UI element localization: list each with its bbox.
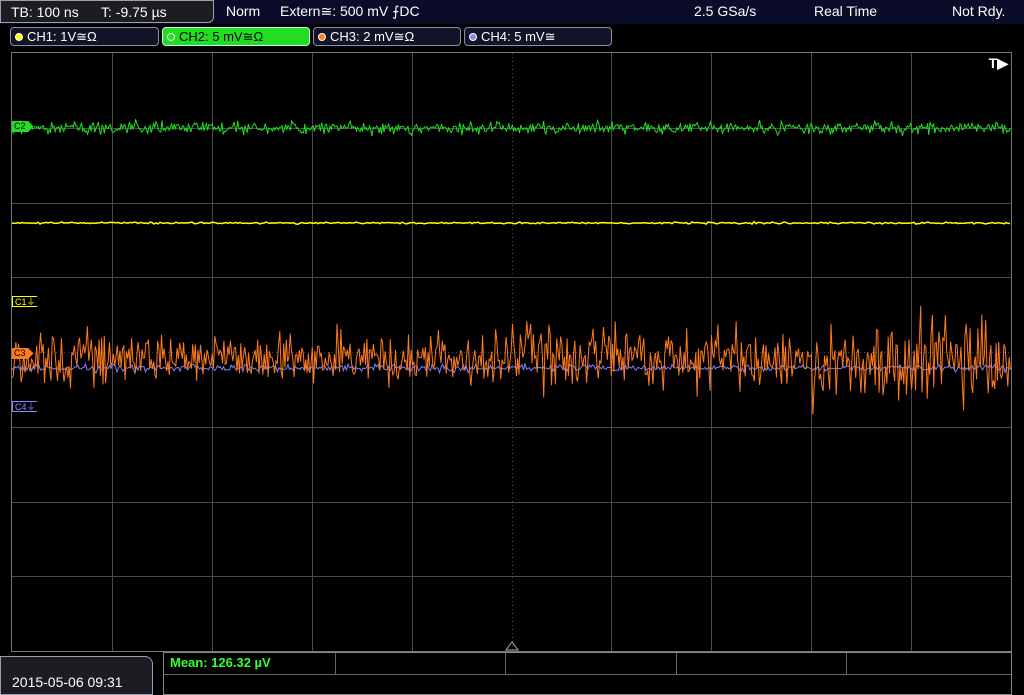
measurement-divider [164, 674, 1011, 675]
channel-1-tab[interactable]: CH1: 1V≅Ω [10, 27, 159, 46]
channel-4-label: CH4: 5 mV≅ [481, 29, 556, 44]
waveform-canvas [12, 53, 1011, 651]
mean-measurement: Mean: 126.32 µV [170, 655, 271, 670]
waveform-display[interactable] [11, 52, 1012, 652]
measurement-cell[interactable] [677, 653, 847, 674]
status-bar: TB: 100 ns T: -9.75 µs Norm Extern≅: 500… [0, 0, 1024, 24]
channel-1-trace [12, 220, 1010, 226]
channel-1-color-dot-icon [15, 32, 23, 41]
trigger-source[interactable]: Extern≅: 500 mV ⨍DC [280, 3, 420, 20]
timebase-box[interactable]: TB: 100 ns T: -9.75 µs [0, 0, 214, 23]
channel-1-label: CH1: 1V≅Ω [27, 29, 97, 44]
acquisition-status: Not Rdy. [952, 3, 1006, 19]
channel-3-label: CH3: 2 mV≅Ω [330, 29, 415, 44]
channel-2-trace [12, 118, 1011, 137]
channel-2-color-dot-icon [167, 32, 175, 41]
trigger-indicator: T▶ [988, 55, 1008, 71]
trigger-time-label: T: -9.75 µs [101, 4, 167, 20]
measurement-panel[interactable]: Mean: 126.32 µV [163, 652, 1012, 695]
measurement-cell[interactable] [506, 653, 677, 674]
measurement-cell[interactable] [336, 653, 506, 674]
channel-3-trace [12, 305, 1011, 415]
channel-4-color-dot-icon [469, 32, 477, 41]
datetime-box: 2015-05-06 09:31 [0, 656, 153, 695]
time-mode: Real Time [814, 3, 878, 19]
channel-2-label: CH2: 5 mV≅Ω [179, 29, 264, 44]
datetime-label: 2015-05-06 09:31 [12, 674, 123, 690]
channel-4-trace [12, 362, 1011, 375]
timebase-label: TB: 100 ns [11, 4, 79, 20]
channel-4-tab[interactable]: CH4: 5 mV≅ [464, 27, 612, 46]
channel-bar: CH1: 1V≅Ω CH2: 5 mV≅Ω CH3: 2 mV≅Ω CH4: 5… [0, 26, 1024, 48]
sample-rate: 2.5 GSa/s [694, 3, 757, 19]
channel-3-tab[interactable]: CH3: 2 mV≅Ω [313, 27, 461, 46]
channel-2-tab[interactable]: CH2: 5 mV≅Ω [162, 27, 310, 46]
acquisition-mode[interactable]: Norm [226, 3, 260, 19]
channel-3-color-dot-icon [318, 32, 326, 41]
